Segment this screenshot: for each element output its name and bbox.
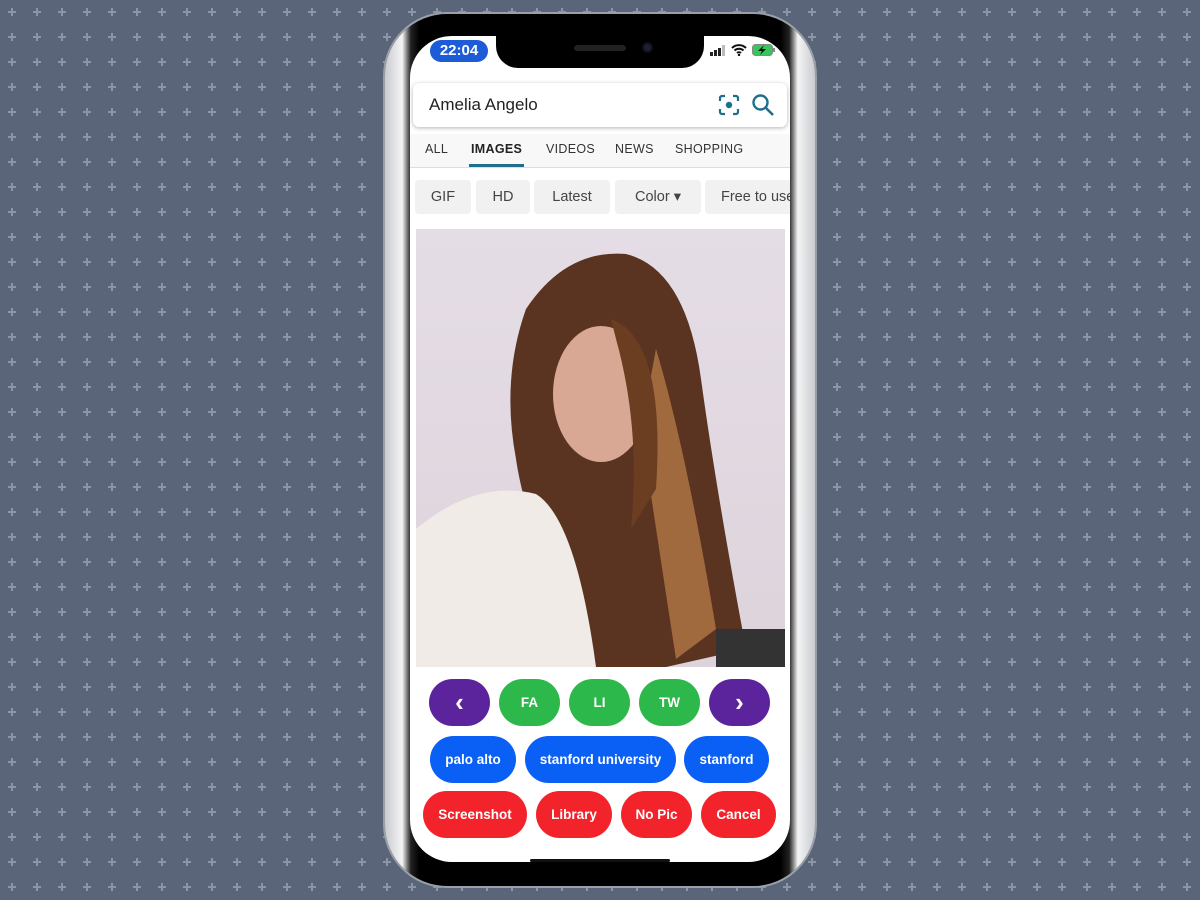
camera-lens-icon[interactable] (718, 94, 740, 116)
battery-charging-icon (752, 44, 775, 56)
tag-palo-alto[interactable]: palo alto (430, 736, 516, 783)
search-bar[interactable]: Amelia Angelo (413, 83, 787, 127)
tag-stanford-university[interactable]: stanford university (525, 736, 676, 783)
next-button[interactable]: › (709, 679, 770, 726)
magnifier-icon[interactable] (751, 93, 775, 117)
library-button[interactable]: Library (536, 791, 612, 838)
filter-latest[interactable]: Latest (534, 180, 610, 214)
wifi-icon (731, 44, 747, 56)
phone-screen: 22:04 Amelia Angelo ALL IMAGES VIDEOS NE… (410, 36, 790, 862)
filter-color-dropdown[interactable]: Color ▾ (615, 180, 701, 214)
search-tabs: ALL IMAGES VIDEOS NEWS SHOPPING (410, 134, 790, 168)
screenshot-button[interactable]: Screenshot (423, 791, 527, 838)
status-icons (710, 44, 776, 56)
status-time: 22:04 (430, 40, 488, 62)
cancel-button[interactable]: Cancel (701, 791, 776, 838)
tab-shopping[interactable]: SHOPPING (675, 142, 743, 156)
no-pic-button[interactable]: No Pic (621, 791, 692, 838)
tab-news[interactable]: NEWS (615, 142, 654, 156)
previous-button[interactable]: ‹ (429, 679, 490, 726)
filter-hd[interactable]: HD (476, 180, 530, 214)
tab-images[interactable]: IMAGES (468, 142, 525, 167)
facebook-button[interactable]: FA (499, 679, 560, 726)
tab-all[interactable]: ALL (425, 142, 448, 156)
portrait-photo (416, 253, 785, 667)
filter-free-to-use[interactable]: Free to use (705, 180, 790, 214)
tab-videos[interactable]: VIDEOS (546, 142, 595, 156)
camera (642, 42, 653, 53)
linkedin-button[interactable]: LI (569, 679, 630, 726)
signal-icon (710, 44, 725, 56)
home-indicator (530, 859, 670, 862)
twitter-button[interactable]: TW (639, 679, 700, 726)
search-input[interactable]: Amelia Angelo (429, 95, 538, 115)
filter-gif[interactable]: GIF (415, 180, 471, 214)
tag-stanford[interactable]: stanford (684, 736, 769, 783)
notch (496, 36, 704, 68)
image-result[interactable] (416, 229, 785, 667)
speaker (574, 45, 626, 51)
